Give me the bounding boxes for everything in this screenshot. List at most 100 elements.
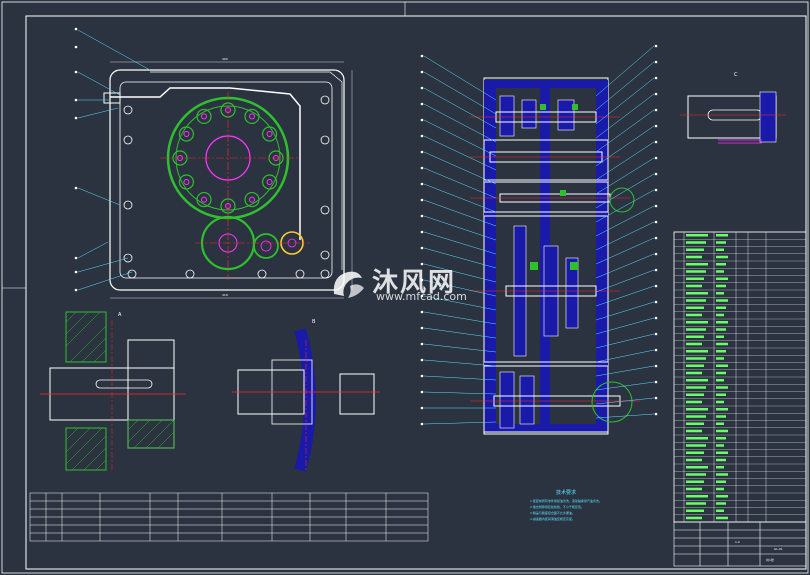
bom-cell-text [686,248,704,251]
bom-cell-text [716,480,726,483]
bom-cell-text [686,299,706,302]
bom-cell-text [716,495,728,498]
view-a-label: A [118,312,122,318]
leader-balloon [654,108,658,112]
keyway-a [95,379,153,389]
ring-hole-center [201,196,207,203]
leader-balloon [654,316,658,320]
notes-title: 技术要求 [556,489,576,496]
bom-cell-text [686,444,706,447]
bom-cell-text [716,350,726,353]
title-scale: 1:2 [735,540,740,544]
ring-hole-center [201,113,207,120]
bom-cell-text [686,495,708,498]
bom-cell-text [686,386,706,389]
bom-cell-text [716,342,728,346]
bom-cell-text [716,473,728,476]
bom-cell-text [716,270,724,273]
bom-cell-text [716,415,726,418]
bom-cell-text [686,487,702,491]
bom-cell-text [686,357,706,360]
bom-cell-text [716,284,726,288]
leader-balloon [654,380,658,384]
bom-cell-text [686,364,704,367]
leader-balloon [654,396,658,400]
leader-balloon [654,348,658,352]
bom-cell-text [686,306,704,309]
ring-hole-center [249,113,255,120]
notes-line-1: 1.装配前所有零件用煤油清洗，滚动轴承用汽油清洗。 [530,498,602,503]
bom-cell-text [716,328,726,331]
leader-balloon [420,166,424,170]
bom-cell-text [716,487,724,491]
leader-balloon [654,364,658,368]
bom-cell-text [716,437,726,440]
bom-cell-text [686,263,708,266]
bom-cell-text [716,458,726,462]
title-drawing-no: GL-01 [774,547,783,551]
bom-cell-text [686,466,708,469]
leader-balloon [420,374,424,378]
gear-3-outer [253,233,279,259]
bom-cell-text [686,292,708,295]
leader-balloon [420,214,424,218]
bom-cell-text [716,509,724,512]
top-view: 400 418 [74,27,353,299]
top-view-leaders [77,29,151,291]
leader-balloon [654,236,658,240]
bom-cell-text [686,408,708,411]
leader-balloon [654,60,658,64]
bom-cell-text [716,429,728,433]
bom-cell-text [686,270,706,273]
bom-cell-text [716,466,724,469]
section-view-a: A [40,311,186,471]
leader-balloon [654,76,658,80]
bom-cell-text [686,284,702,288]
ring-hole-center [266,131,273,137]
leader-balloon [654,300,658,304]
detail-callout-upper [609,187,635,213]
leader-balloon [420,342,424,346]
leader-balloon [420,422,424,426]
bom-cell-text [716,313,724,317]
bolt-bosses [123,95,330,279]
bom-cell-text [716,321,728,324]
bom-cell-text [686,400,702,404]
leader-balloon [420,406,424,410]
leader-balloon [654,156,658,160]
section-view-b: B [232,319,380,472]
bom-cell-text [686,502,706,505]
leader-balloon [420,246,424,250]
leader-balloon [420,230,424,234]
bom-cell-text [686,277,704,280]
bom-cell-text [686,516,702,520]
bom-cell-text [716,422,724,425]
bom-cell-text [686,415,706,418]
leader-balloon [420,182,424,186]
bom-cell-text [686,234,708,237]
leader-balloon [420,310,424,314]
bom-cell-text [716,263,726,266]
bom-cell-text [716,451,728,454]
bom-cell-text [716,400,724,404]
watermark-site: www.mfcad.com [376,290,467,303]
bom-cell-text [716,277,728,280]
bom-cell-text [686,379,708,382]
watermark-logo-icon [333,271,364,298]
bom-cell-text [686,328,706,331]
gear-blocks [499,95,579,429]
bottom-parts-table [29,492,429,542]
detail-c-bearing [718,139,762,144]
bom-cell-text [716,516,728,520]
top-view-balloons [74,27,78,292]
bom-cell-text [686,451,704,454]
leader-balloon [654,44,658,48]
notes-line-2: 2.啮合侧隙用铅丝检验，不小于规定值。 [530,504,584,509]
bom-rows [674,231,806,523]
bom-cell-text [686,429,702,433]
bom-cell-text [716,306,726,309]
leader-balloon [654,188,658,192]
bom-cell-text [716,386,728,389]
leader-balloon [420,150,424,154]
bom-cell-text [716,364,728,367]
